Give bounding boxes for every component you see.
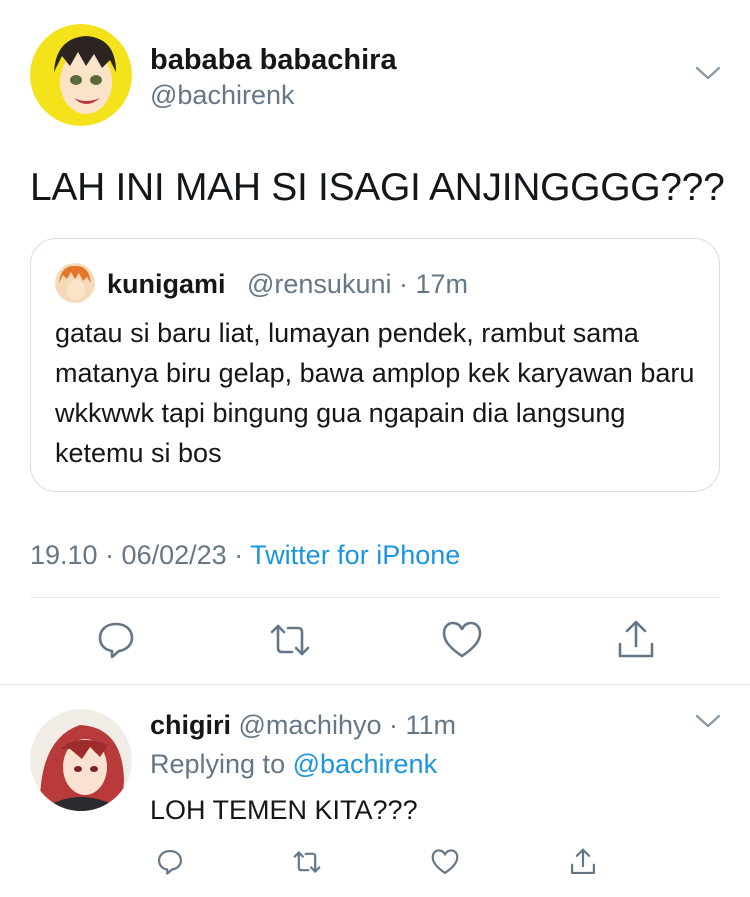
- replying-to: Replying to @bachirenk: [150, 749, 437, 780]
- quoted-user-meta: @rensukuni · 17m: [247, 269, 468, 299]
- reply-tweet: chigiri @machihyo · 11m Replying to @bac…: [0, 685, 750, 897]
- retweet-icon[interactable]: [268, 618, 312, 662]
- main-tweet: bababa babachira @bachirenk LAH INI MAH …: [0, 0, 750, 685]
- quoted-tweet-text: gatau si baru liat, lumayan pendek, ramb…: [55, 318, 695, 468]
- user-handle[interactable]: @bachirenk: [150, 80, 294, 111]
- tweet-source-link[interactable]: Twitter for iPhone: [250, 540, 460, 570]
- reply-user-meta: @machihyo · 11m: [231, 710, 456, 740]
- timestamp-text: 19.10 · 06/02/23 ·: [30, 540, 251, 570]
- tweet-text: LAH INI MAH SI ISAGI ANJINGGGG???: [30, 166, 725, 209]
- reply-user-name[interactable]: chigiri: [150, 710, 231, 740]
- heart-icon[interactable]: [430, 847, 460, 877]
- quoted-user-name[interactable]: kunigami: [107, 269, 226, 300]
- user-avatar[interactable]: [30, 24, 132, 126]
- speech-bubble-icon[interactable]: [155, 847, 185, 877]
- reply-header: chigiri @machihyo · 11m: [150, 710, 456, 741]
- reply-text: LOH TEMEN KITA???: [150, 795, 418, 825]
- share-icon[interactable]: [614, 618, 658, 662]
- replying-prefix: Replying to: [150, 749, 293, 779]
- quoted-tweet[interactable]: kunigami @rensukuni · 17m gatau si baru …: [30, 238, 720, 492]
- retweet-icon[interactable]: [292, 847, 322, 877]
- display-name[interactable]: bababa babachira: [150, 44, 397, 77]
- chevron-down-icon[interactable]: [694, 712, 722, 730]
- reply-user-avatar[interactable]: [30, 709, 132, 811]
- divider: [30, 597, 720, 598]
- chevron-down-icon[interactable]: [694, 64, 722, 82]
- quoted-user-avatar[interactable]: [55, 263, 95, 303]
- heart-icon[interactable]: [440, 618, 484, 662]
- speech-bubble-icon[interactable]: [94, 618, 138, 662]
- replying-to-mention[interactable]: @bachirenk: [293, 749, 437, 779]
- tweet-timestamp: 19.10 · 06/02/23 · Twitter for iPhone: [30, 540, 460, 571]
- share-icon[interactable]: [568, 847, 598, 877]
